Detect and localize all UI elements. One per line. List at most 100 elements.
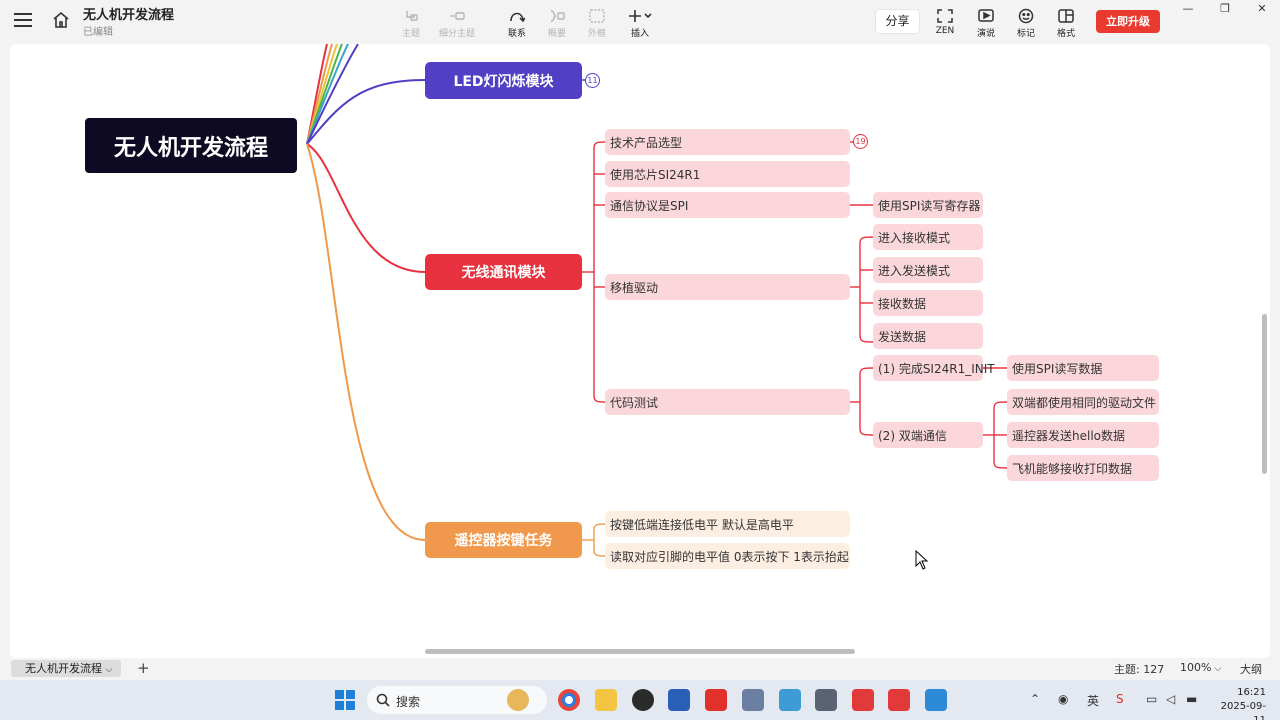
share-button[interactable]: 分享 [876, 10, 919, 33]
topic-led-module[interactable]: LED灯闪烁模块 [425, 62, 582, 99]
zoom-level[interactable]: 100% ⌵ [1180, 661, 1221, 674]
file-explorer-icon[interactable] [595, 689, 617, 711]
microphone-icon[interactable]: ◉ [1058, 692, 1068, 706]
mx-icon[interactable] [779, 689, 801, 711]
zen-button[interactable]: ZEN [925, 6, 965, 36]
menu-icon[interactable] [14, 13, 32, 27]
subtopic-init[interactable]: (1) 完成SI24R1_INIT [873, 355, 995, 381]
subtopic-icon [434, 6, 480, 26]
subtopic-send-hello[interactable]: 遥控器发送hello数据 [1007, 422, 1159, 448]
summary-button[interactable]: 概要 [537, 6, 577, 39]
topic-wireless-module[interactable]: 无线通讯模块 [425, 254, 582, 290]
status-bar: 无人机开发流程 ⌵ + 主题: 127 100% ⌵ 大纲 [0, 658, 1280, 680]
vscode-icon[interactable] [925, 689, 947, 711]
subtopic-protocol[interactable]: 通信协议是SPI [605, 192, 850, 218]
chevron-down-icon: ⌵ [105, 665, 113, 675]
search-placeholder: 搜索 [396, 695, 421, 709]
subtopic-spi-data[interactable]: 使用SPI读写数据 [1007, 355, 1159, 381]
word-icon[interactable] [668, 689, 690, 711]
home-icon[interactable] [52, 11, 72, 31]
pitch-label: 演说 [976, 29, 995, 39]
subtopic-tx-mode[interactable]: 进入发送模式 [873, 257, 983, 283]
relationship-label: 联系 [507, 29, 526, 39]
mouse-cursor-icon [915, 550, 929, 570]
xmind-icon[interactable] [888, 689, 910, 711]
insert-label: 插入 [630, 29, 649, 39]
boundary-icon [577, 6, 617, 26]
xmind-icon[interactable] [852, 689, 874, 711]
marker-label: 标记 [1016, 29, 1035, 39]
document-status: 已编辑 [83, 27, 113, 38]
insert-button[interactable]: 插入 [620, 6, 660, 39]
marker-button[interactable]: 标记 [1006, 6, 1046, 39]
summary-label: 概要 [547, 29, 566, 39]
volume-icon[interactable]: ◁ [1166, 692, 1175, 706]
subtopic-receive-data[interactable]: 接收数据 [873, 290, 983, 316]
obs-icon[interactable] [632, 689, 654, 711]
subtopic-dual-comm[interactable]: (2) 双端通信 [873, 422, 983, 448]
subtopic-key-level[interactable]: 按键低端连接低电平 默认是高电平 [605, 511, 850, 537]
camera-icon[interactable] [815, 689, 837, 711]
relationship-button[interactable]: 联系 [497, 6, 537, 39]
root-topic[interactable]: 无人机开发流程 [85, 118, 297, 173]
collapsed-count-badge[interactable]: 11 [585, 73, 600, 88]
close-icon[interactable]: ✕ [1252, 2, 1272, 18]
subtopic-print-data[interactable]: 飞机能够接收打印数据 [1007, 455, 1159, 481]
subtopic-port-driver[interactable]: 移植驱动 [605, 274, 850, 300]
subtopic-spi-register[interactable]: 使用SPI读写寄存器 [873, 192, 983, 218]
insert-icon [620, 6, 660, 26]
minimize-icon[interactable]: — [1178, 2, 1198, 18]
add-sheet-icon[interactable]: + [137, 659, 150, 677]
subtopic-product-selection[interactable]: 技术产品选型 [605, 129, 850, 155]
restore-icon[interactable]: ❐ [1215, 2, 1235, 18]
clock-time: 16:21 [1237, 687, 1266, 698]
format-button[interactable]: 格式 [1046, 6, 1086, 39]
marker-icon [1006, 6, 1046, 26]
outline-button[interactable]: 大纲 [1240, 661, 1262, 677]
network-icon[interactable]: ▭ [1146, 692, 1157, 706]
mindmap-canvas[interactable]: 无人机开发流程 LED灯闪烁模块 11 无线通讯模块 技术产品选型 19 使用芯… [10, 44, 1270, 658]
chevron-up-icon[interactable]: ⌃ [1030, 692, 1040, 706]
title-bar: 无人机开发流程 已编辑 主题 细分主题 联系 概要 外框 插入 分享 ZEN 演… [0, 0, 1280, 44]
wps-tray-icon[interactable]: S [1116, 692, 1124, 706]
subtopic-code-test[interactable]: 代码测试 [605, 389, 850, 415]
search-icon [376, 693, 390, 707]
subtopic-send-data[interactable]: 发送数据 [873, 323, 983, 349]
horizontal-scrollbar[interactable] [425, 649, 855, 654]
summary-icon [537, 6, 577, 26]
widget-icon[interactable] [507, 689, 529, 711]
clock-date: 2025-09-11 [1220, 701, 1266, 720]
pitch-button[interactable]: 演说 [966, 6, 1006, 39]
pitch-icon [966, 6, 1006, 26]
battery-icon[interactable]: ▬ [1186, 692, 1197, 706]
upgrade-button[interactable]: 立即升级 [1096, 10, 1160, 33]
relationship-icon [497, 6, 537, 26]
topic-button[interactable]: 主题 [391, 6, 431, 39]
boundary-button[interactable]: 外框 [577, 6, 617, 39]
ime-icon[interactable]: 英 [1087, 692, 1099, 709]
subtopic-read-pin[interactable]: 读取对应引脚的电平值 0表示按下 1表示抬起 [605, 543, 850, 569]
subtopic-chip[interactable]: 使用芯片SI24R1 [605, 161, 850, 187]
sheet-tab-label: 无人机开发流程 [25, 662, 102, 675]
app-icon[interactable] [742, 689, 764, 711]
topic-icon [391, 6, 431, 26]
subtopic-button[interactable]: 细分主题 [434, 6, 480, 39]
zoom-value: 100% [1180, 661, 1212, 674]
zen-label: ZEN [935, 26, 955, 36]
sheet-tab[interactable]: 无人机开发流程 ⌵ [11, 660, 121, 677]
topic-remote-key-task[interactable]: 遥控器按键任务 [425, 522, 582, 558]
boundary-label: 外框 [587, 29, 606, 39]
topic-count: 主题: 127 [1114, 663, 1165, 676]
vertical-scrollbar[interactable] [1262, 314, 1267, 474]
wps-icon[interactable] [705, 689, 727, 711]
subtopic-label: 细分主题 [438, 29, 475, 39]
format-icon [1046, 6, 1086, 26]
subtopic-same-driver[interactable]: 双端都使用相同的驱动文件 [1007, 389, 1159, 415]
windows-taskbar: 搜索 ⌃ ◉ 英 S ▭ ◁ ▬ 16:21 2025-09-11 [0, 680, 1280, 720]
format-label: 格式 [1056, 29, 1075, 39]
windows-start-icon[interactable] [335, 690, 355, 710]
collapsed-count-badge[interactable]: 19 [853, 134, 868, 149]
subtopic-rx-mode[interactable]: 进入接收模式 [873, 224, 983, 250]
system-clock[interactable]: 16:21 2025-09-11 [1210, 686, 1266, 720]
chrome-icon[interactable] [558, 689, 580, 711]
